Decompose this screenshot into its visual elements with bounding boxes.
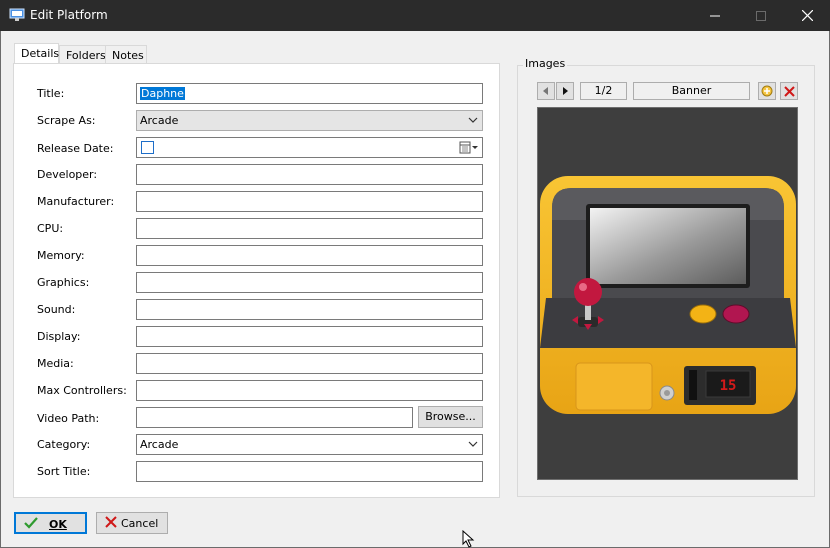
next-image-button[interactable] — [556, 82, 574, 100]
memory-input[interactable] — [136, 245, 483, 266]
tab-notes[interactable]: Notes — [105, 45, 147, 65]
arrow-right-icon — [563, 87, 568, 95]
title-label: Title: — [37, 87, 65, 100]
image-counter: 1/2 — [580, 82, 627, 100]
image-preview: 15 — [537, 107, 798, 480]
video-path-label: Video Path: — [37, 412, 100, 425]
sort-title-label: Sort Title: — [37, 465, 91, 478]
sort-title-input[interactable] — [136, 461, 483, 482]
cancel-label: Cancel — [121, 517, 159, 530]
category-label: Category: — [37, 438, 91, 451]
maximize-icon — [756, 10, 766, 21]
developer-label: Developer: — [37, 168, 98, 181]
app-icon — [9, 8, 25, 21]
category-select[interactable]: Arcade — [136, 434, 483, 455]
delete-image-button[interactable] — [780, 82, 798, 100]
images-group-title: Images — [523, 57, 568, 70]
category-value: Arcade — [140, 438, 179, 451]
media-input[interactable] — [136, 353, 483, 374]
cancel-button[interactable]: Cancel — [96, 512, 168, 534]
manufacturer-input[interactable] — [136, 191, 483, 212]
image-type-label: Banner — [633, 82, 750, 100]
developer-input[interactable] — [136, 164, 483, 185]
graphics-label: Graphics: — [37, 276, 90, 289]
minimize-button[interactable] — [692, 0, 738, 31]
close-button[interactable] — [784, 0, 830, 31]
release-date-checkbox[interactable] — [141, 141, 154, 154]
manufacturer-label: Manufacturer: — [37, 195, 115, 208]
title-bar: Edit Platform — [0, 0, 830, 31]
tab-label: Details — [21, 47, 60, 60]
title-input[interactable]: Daphne — [136, 83, 483, 104]
cpu-input[interactable] — [136, 218, 483, 239]
media-label: Media: — [37, 357, 74, 370]
video-path-input[interactable] — [136, 407, 413, 428]
calendar-dropdown-icon[interactable] — [459, 141, 479, 154]
tab-label: Folders — [66, 49, 106, 62]
tab-label: Notes — [112, 49, 144, 62]
display-label: Display: — [37, 330, 81, 343]
graphics-input[interactable] — [136, 272, 483, 293]
previous-image-button[interactable] — [537, 82, 555, 100]
browse-button[interactable]: Browse... — [418, 406, 483, 428]
scrape-as-label: Scrape As: — [37, 114, 96, 127]
sound-label: Sound: — [37, 303, 76, 316]
tab-folders[interactable]: Folders — [59, 45, 106, 65]
minimize-icon — [710, 15, 720, 16]
chevron-down-icon — [468, 441, 478, 447]
mouse-cursor-icon — [462, 530, 475, 548]
checkmark-icon — [24, 517, 38, 529]
cpu-label: CPU: — [37, 222, 64, 235]
max-controllers-input[interactable] — [136, 380, 483, 401]
maximize-button[interactable] — [738, 0, 784, 31]
sound-input[interactable] — [136, 299, 483, 320]
ok-label: OK — [49, 518, 67, 531]
add-image-button[interactable] — [758, 82, 776, 100]
cancel-x-icon — [105, 516, 117, 528]
add-image-icon — [761, 85, 773, 97]
arrow-left-icon — [543, 87, 548, 95]
coin-slot-display: 15 — [720, 378, 737, 394]
window-title: Edit Platform — [30, 8, 108, 22]
release-date-label: Release Date: — [37, 142, 114, 155]
arcade-cabinet-image: 15 — [540, 176, 796, 414]
close-icon — [801, 10, 813, 21]
display-input[interactable] — [136, 326, 483, 347]
release-date-picker[interactable] — [136, 137, 483, 158]
chevron-down-icon — [468, 117, 478, 123]
scrape-as-select[interactable]: Arcade — [136, 110, 483, 131]
memory-label: Memory: — [37, 249, 85, 262]
max-controllers-label: Max Controllers: — [37, 384, 127, 397]
scrape-as-value: Arcade — [140, 114, 179, 127]
delete-icon — [783, 85, 795, 97]
title-input-value: Daphne — [140, 87, 185, 100]
ok-button[interactable]: OK — [14, 512, 87, 534]
